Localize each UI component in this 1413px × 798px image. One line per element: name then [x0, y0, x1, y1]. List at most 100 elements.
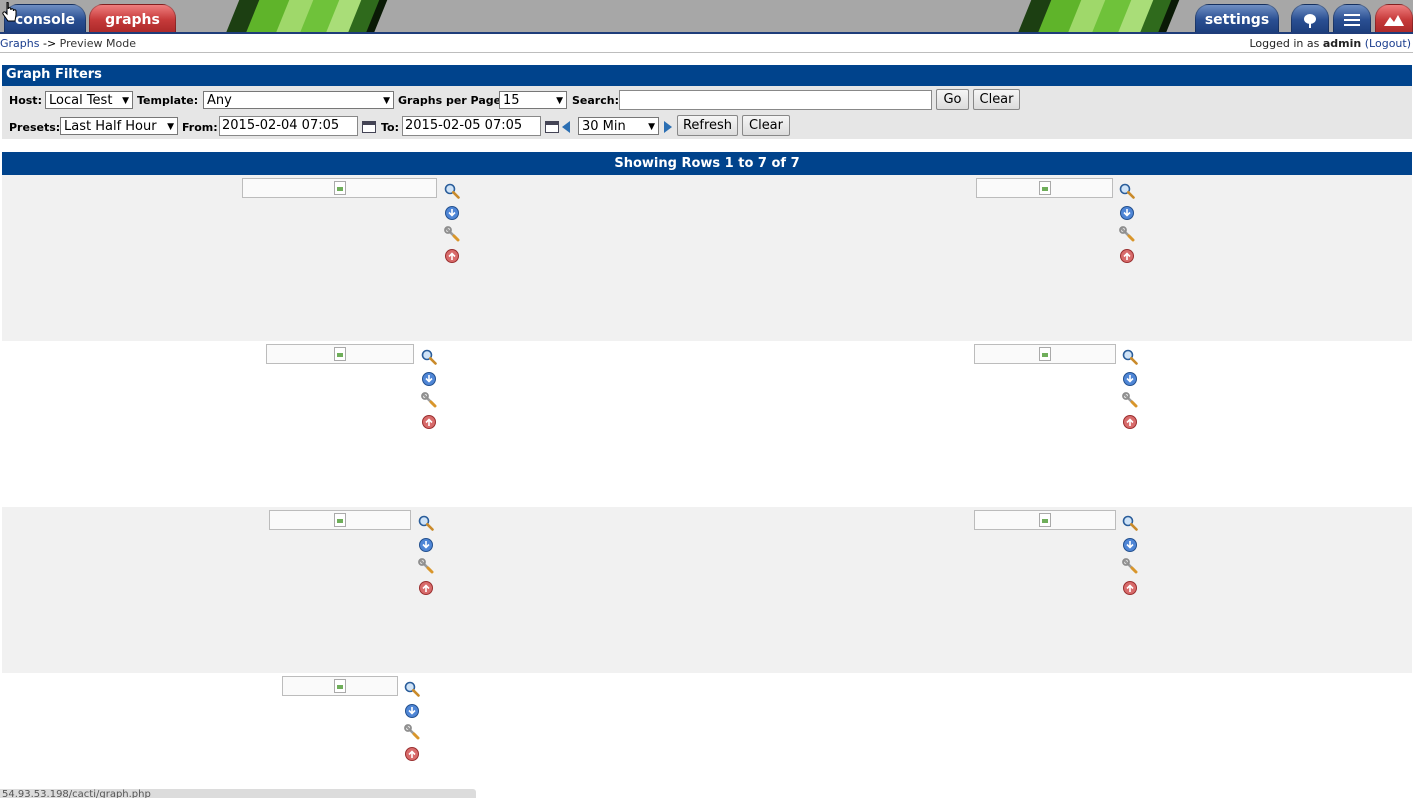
from-date-input[interactable]: 2015-02-04 07:05 — [219, 116, 358, 136]
tree-view-icon — [1304, 14, 1316, 28]
to-label: To: — [381, 121, 399, 134]
dropdown-arrow-icon: ▼ — [648, 122, 655, 132]
graph-image[interactable] — [266, 344, 414, 364]
zoom-icon[interactable] — [444, 183, 460, 199]
dropdown-arrow-icon: ▼ — [122, 96, 129, 106]
to-calendar-icon[interactable] — [545, 121, 559, 133]
from-calendar-icon[interactable] — [362, 121, 376, 133]
graph-image[interactable] — [242, 178, 437, 198]
graph-image[interactable] — [974, 344, 1116, 364]
refresh-button-label: Refresh — [682, 118, 733, 133]
broken-image-icon — [334, 513, 346, 527]
from-date-value: 2015-02-04 07:05 — [222, 118, 340, 133]
template-select[interactable]: Any ▼ — [203, 91, 394, 109]
graphs-per-page-value: 15 — [503, 93, 520, 108]
search-input[interactable] — [619, 90, 932, 110]
zoom-icon[interactable] — [1119, 183, 1135, 199]
go-button-label: Go — [943, 92, 962, 107]
breadcrumb: Graphs -> Preview Mode — [0, 37, 136, 50]
graphs-per-page-select[interactable]: 15 ▼ — [499, 91, 567, 109]
zoom-icon[interactable] — [418, 515, 434, 531]
download-icon[interactable] — [1119, 205, 1135, 221]
breadcrumb-bar: Graphs -> Preview Mode Logged in as admi… — [0, 34, 1413, 53]
presets-select-value: Last Half Hour — [64, 119, 157, 134]
preview-mode-icon — [1384, 15, 1404, 26]
logout-link[interactable]: (Logout) — [1365, 37, 1411, 50]
tab-graphs[interactable]: graphs — [89, 4, 176, 32]
edit-wrench-icon[interactable] — [404, 724, 420, 740]
move-up-icon[interactable] — [1119, 248, 1135, 264]
move-up-icon[interactable] — [421, 414, 437, 430]
results-count-text: Showing Rows 1 to 7 of 7 — [614, 156, 800, 171]
download-icon[interactable] — [404, 703, 420, 719]
clear-search-button[interactable]: Clear — [973, 89, 1020, 110]
move-up-icon[interactable] — [1122, 414, 1138, 430]
move-up-icon[interactable] — [418, 580, 434, 596]
download-icon[interactable] — [418, 537, 434, 553]
to-date-input[interactable]: 2015-02-05 07:05 — [402, 116, 541, 136]
template-select-value: Any — [207, 93, 232, 108]
go-button[interactable]: Go — [936, 89, 969, 110]
broken-image-icon — [1038, 181, 1051, 195]
broken-image-icon — [334, 679, 346, 693]
tab-tree-view[interactable] — [1291, 4, 1329, 32]
tab-settings[interactable]: settings — [1195, 4, 1279, 32]
graph-row — [2, 341, 1412, 507]
zoom-icon[interactable] — [404, 681, 420, 697]
top-tab-bar: console graphs settings — [0, 0, 1413, 34]
broken-image-icon — [333, 181, 346, 195]
graph-row — [2, 507, 1412, 673]
clear-timespan-button[interactable]: Clear — [742, 115, 790, 136]
download-icon[interactable] — [444, 205, 460, 221]
dropdown-arrow-icon: ▼ — [383, 96, 390, 106]
graphs-per-page-label: Graphs per Page: — [398, 94, 506, 107]
tab-list-view[interactable] — [1333, 4, 1371, 32]
host-select[interactable]: Local Test ▼ — [45, 91, 133, 109]
edit-wrench-icon[interactable] — [418, 558, 434, 574]
login-username: admin — [1322, 37, 1362, 50]
move-up-icon[interactable] — [404, 746, 420, 762]
graph-image[interactable] — [976, 178, 1113, 198]
move-up-icon[interactable] — [444, 248, 460, 264]
edit-wrench-icon[interactable] — [1122, 558, 1138, 574]
graph-image[interactable] — [269, 510, 411, 530]
to-date-value: 2015-02-05 07:05 — [405, 118, 523, 133]
breadcrumb-separator: -> — [42, 37, 57, 50]
breadcrumb-graphs-link[interactable]: Graphs — [0, 37, 39, 50]
presets-select[interactable]: Last Half Hour ▼ — [60, 117, 178, 135]
results-header: Showing Rows 1 to 7 of 7 — [2, 152, 1412, 175]
search-label: Search: — [572, 94, 619, 107]
broken-image-icon — [1039, 513, 1051, 527]
download-icon[interactable] — [1122, 537, 1138, 553]
broken-image-icon — [1039, 347, 1051, 361]
move-up-icon[interactable] — [1122, 580, 1138, 596]
zoom-icon[interactable] — [1122, 515, 1138, 531]
tab-preview-mode[interactable] — [1375, 4, 1413, 32]
timespan-select[interactable]: 30 Min ▼ — [578, 117, 659, 135]
graph-filters-panel: Host: Local Test ▼ Template: Any ▼ Graph… — [2, 86, 1412, 139]
refresh-button[interactable]: Refresh — [677, 115, 738, 136]
tab-console-label: console — [14, 12, 76, 28]
download-icon[interactable] — [1122, 371, 1138, 387]
edit-wrench-icon[interactable] — [1119, 226, 1135, 242]
mouse-cursor-icon — [2, 2, 17, 22]
graph-row — [2, 673, 1412, 789]
dropdown-arrow-icon: ▼ — [167, 122, 174, 132]
edit-wrench-icon[interactable] — [444, 226, 460, 242]
graph-filters-header: Graph Filters — [2, 65, 1412, 86]
zoom-icon[interactable] — [1122, 349, 1138, 365]
from-label: From: — [182, 121, 218, 134]
graph-image[interactable] — [974, 510, 1116, 530]
host-select-value: Local Test — [49, 93, 113, 108]
shift-right-icon[interactable] — [664, 121, 672, 133]
edit-wrench-icon[interactable] — [1122, 392, 1138, 408]
shift-left-icon[interactable] — [562, 121, 570, 133]
clear-search-button-label: Clear — [979, 92, 1014, 107]
graph-image[interactable] — [282, 676, 398, 696]
edit-wrench-icon[interactable] — [421, 392, 437, 408]
download-icon[interactable] — [421, 371, 437, 387]
tab-settings-label: settings — [1204, 12, 1270, 28]
zoom-icon[interactable] — [421, 349, 437, 365]
broken-image-icon — [334, 347, 346, 361]
dropdown-arrow-icon: ▼ — [556, 96, 563, 106]
